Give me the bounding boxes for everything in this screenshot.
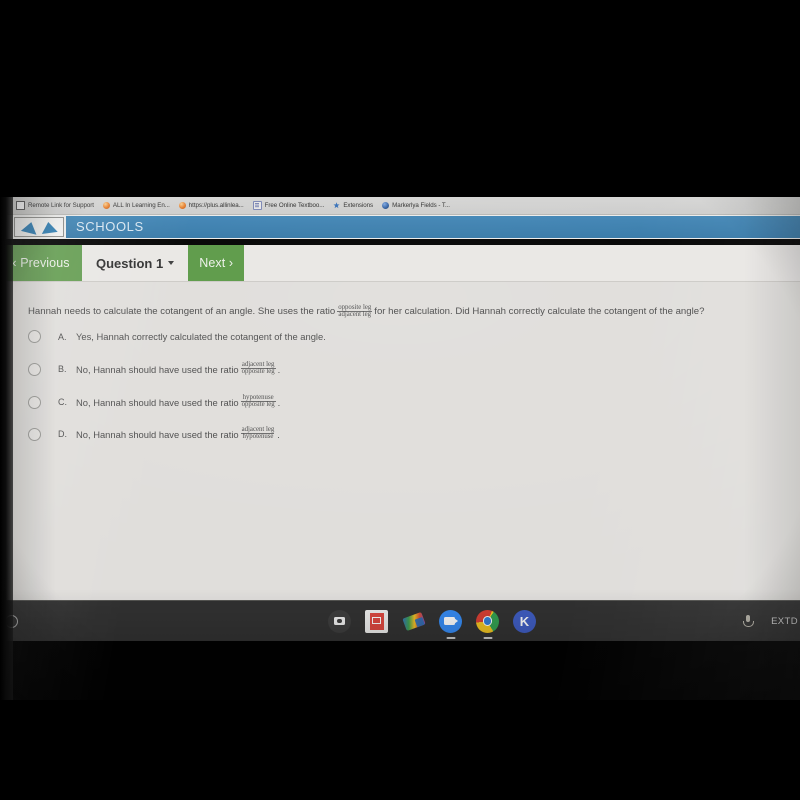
all-in-learning-logo[interactable] [14, 217, 64, 237]
option-text-d: No, Hannah should have used the ratio [76, 428, 239, 440]
logo-wedge-icon [39, 220, 58, 234]
shelf-status-area[interactable]: EXTD [741, 601, 800, 641]
microphone-icon[interactable] [741, 614, 755, 628]
option-fraction-b: adjacent leg opposite leg [240, 360, 276, 377]
radio-button-d[interactable] [28, 427, 41, 441]
question-stem-fraction: opposite leg adjacent leg [337, 303, 373, 320]
orange-globe-icon [178, 202, 186, 209]
question-selector-dropdown[interactable]: Question 1 [82, 245, 188, 281]
chromeos-shelf: K EXTD [0, 600, 800, 641]
site-header: SCHOOLS [0, 215, 800, 239]
fraction-denominator: hypotenuse [241, 433, 275, 441]
option-text-b-suffix: . [277, 363, 281, 375]
bookmark-label: ALL In Learning En... [112, 202, 170, 209]
book-icon [252, 201, 262, 210]
kami-app-icon[interactable]: K [513, 609, 536, 633]
zoom-app-icon[interactable] [439, 609, 462, 639]
bookmark-remote-link[interactable]: Remote Link for Support [16, 201, 94, 210]
blue-globe-icon [382, 202, 390, 209]
radio-button-a[interactable] [28, 330, 41, 343]
option-letter-a: A. [58, 331, 67, 342]
fraction-numerator: opposite leg [338, 303, 372, 311]
answer-option-b[interactable]: B. No, Hannah should have used the ratio… [28, 360, 281, 377]
option-fraction-c: hypotenuse opposite leg [240, 393, 276, 410]
bookmark-label: https://plus.allinlea... [188, 202, 244, 209]
bookmark-all-in-learning[interactable]: ALL In Learning En... [102, 202, 170, 209]
next-question-button[interactable]: Next › [188, 245, 245, 281]
app-running-indicator [483, 636, 492, 639]
answer-option-c[interactable]: C. No, Hannah should have used the ratio… [28, 393, 281, 410]
folder-icon [16, 201, 25, 210]
option-letter-b: B. [58, 364, 67, 375]
fraction-numerator: adjacent leg [241, 425, 275, 433]
bookmark-label: Markerlya Fields - T... [392, 202, 450, 209]
radio-button-c[interactable] [28, 395, 41, 409]
bookmark-label: Extensions [343, 202, 374, 209]
shelf-app-list: K [328, 609, 536, 639]
question-stem-text-before: Hannah needs to calculate the cotangent … [28, 306, 336, 318]
question-body: Hannah needs to calculate the cotangent … [0, 281, 800, 601]
option-text-b: No, Hannah should have used the ratio [76, 363, 239, 375]
bookmark-plus-allinlearning[interactable]: https://plus.allinlea... [178, 202, 244, 209]
answer-option-d[interactable]: D. No, Hannah should have used the ratio… [28, 425, 280, 442]
orange-globe-icon [102, 202, 110, 209]
bookmark-label: Free Online Textboo... [264, 202, 325, 209]
google-slides-app-icon[interactable] [365, 609, 388, 633]
photo-of-chromebook-screen: Remote Link for Support ALL In Learning … [0, 0, 800, 800]
option-letter-d: D. [58, 429, 67, 440]
fraction-denominator: opposite leg [240, 368, 276, 376]
option-text-a: Yes, Hannah correctly calculated the cot… [76, 331, 326, 342]
question-selector-label: Question 1 [96, 255, 164, 271]
chevron-down-icon [168, 261, 175, 265]
fraction-numerator: hypotenuse [242, 393, 274, 401]
option-text-c: No, Hannah should have used the ratio [76, 396, 239, 408]
shelf-status-label: EXTD [771, 615, 798, 627]
answer-option-a[interactable]: A. Yes, Hannah correctly calculated the … [28, 330, 326, 343]
bookmark-markerlya-fields[interactable]: Markerlya Fields - T... [382, 202, 450, 209]
question-stem-text-after: for her calculation. Did Hannah correctl… [374, 306, 705, 318]
fraction-numerator: adjacent leg [241, 360, 275, 368]
brand-bar: SCHOOLS [66, 216, 800, 238]
bookmark-extensions[interactable]: Extensions [333, 202, 373, 209]
chrome-app-icon[interactable] [476, 609, 499, 639]
screen-bezel-left [0, 197, 13, 700]
option-letter-c: C. [58, 397, 67, 408]
fraction-denominator: opposite leg [240, 401, 276, 409]
bookmark-label: Remote Link for Support [28, 202, 94, 209]
colorful-app-icon[interactable] [402, 610, 425, 633]
option-fraction-d: adjacent leg hypotenuse [241, 425, 276, 442]
logo-wedge-icon [20, 219, 39, 235]
option-text-c-suffix: . [277, 396, 281, 408]
bookmark-free-online-textbook[interactable]: Free Online Textboo... [252, 201, 325, 210]
quiz-navigation-bar: ‹ Previous Question 1 Next › [0, 245, 800, 281]
app-running-indicator [446, 636, 455, 639]
chromebook-screen: Remote Link for Support ALL In Learning … [0, 197, 800, 700]
question-stem: Hannah needs to calculate the cotangent … [28, 303, 782, 320]
site-title: SCHOOLS [76, 219, 144, 234]
puzzle-star-icon [333, 202, 340, 209]
browser-bookmarks-bar: Remote Link for Support ALL In Learning … [0, 197, 800, 215]
option-text-d-suffix: . [277, 428, 280, 440]
radio-button-b[interactable] [28, 362, 41, 376]
camera-app-icon[interactable] [328, 609, 351, 633]
fraction-denominator: adjacent leg [337, 311, 373, 319]
